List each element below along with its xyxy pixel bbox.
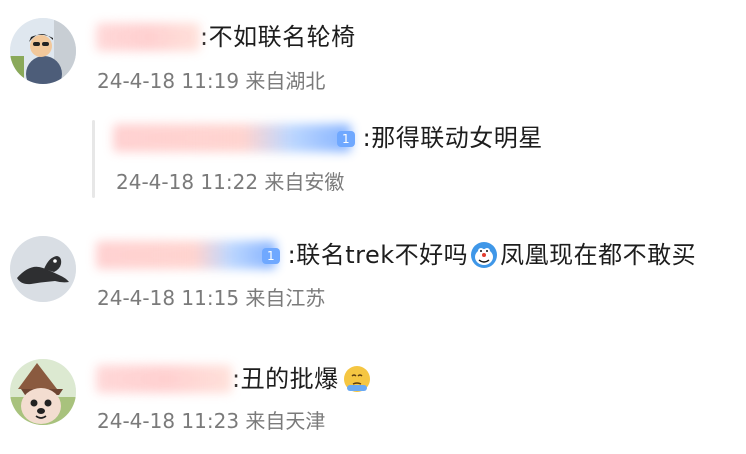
- cartoon-man-avatar-icon: [10, 18, 76, 84]
- comment-text: :不如联名轮椅: [200, 23, 356, 51]
- blurred-username[interactable]: [96, 241, 276, 269]
- avatar[interactable]: [10, 18, 76, 84]
- avatar[interactable]: [10, 359, 76, 425]
- seal-avatar-icon: [10, 236, 76, 302]
- comment-text: 凤凰现在都不敢买: [500, 241, 697, 269]
- reply-text: :那得联动女明星: [362, 124, 543, 152]
- comment-meta: 24-4-18 11:15 来自江苏: [97, 286, 326, 310]
- reply-bar: [92, 120, 95, 198]
- blurred-username[interactable]: [96, 23, 200, 51]
- comment-text: :丑的批爆: [232, 365, 339, 393]
- comment-line: :丑的批爆: [96, 364, 373, 394]
- comment-3: :丑的批爆 24-4-18 11:23 来自天津: [0, 342, 746, 454]
- cartoon-dog-with-hat-avatar-icon: [10, 359, 76, 425]
- comment-1: :不如联名轮椅 24-4-18 11:19 来自湖北: [0, 0, 746, 110]
- comment-line: :不如联名轮椅: [96, 22, 356, 52]
- level-badge: 1: [262, 248, 280, 264]
- comment-meta: 24-4-18 11:19 来自湖北: [97, 69, 326, 93]
- comment-text: :联名trek不好吗: [287, 241, 469, 269]
- blurred-username[interactable]: [113, 124, 351, 152]
- comment-2: 1 :联名trek不好吗 凤凰现在都不敢买 24-4-18 11:15 来自江苏: [0, 220, 746, 330]
- pensive-face-emoji-icon: [343, 365, 371, 393]
- reply-block: 1 :那得联动女明星 24-4-18 11:22 来自安徽: [92, 117, 652, 205]
- comment-meta: 24-4-18 11:23 来自天津: [97, 409, 326, 433]
- level-badge: 1: [337, 131, 355, 147]
- doraemon-emoji-icon: [470, 241, 498, 269]
- reply-line: 1 :那得联动女明星: [113, 123, 543, 153]
- avatar[interactable]: [10, 236, 76, 302]
- reply-meta: 24-4-18 11:22 来自安徽: [116, 170, 345, 194]
- blurred-username[interactable]: [96, 365, 232, 393]
- comment-line: 1 :联名trek不好吗 凤凰现在都不敢买: [96, 240, 696, 270]
